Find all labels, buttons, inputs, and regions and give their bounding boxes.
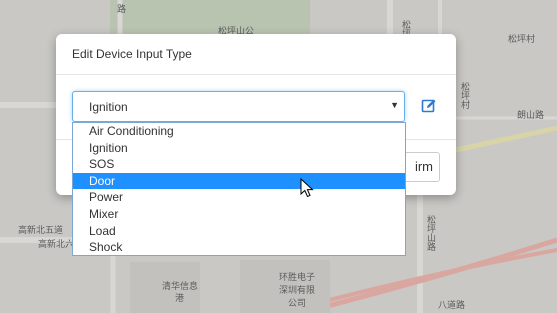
caret-down-icon: ▼: [390, 100, 399, 110]
dropdown-option[interactable]: Ignition: [73, 140, 405, 157]
map-label: 路: [117, 5, 127, 15]
map-label: 港: [175, 294, 185, 304]
select-value: Ignition: [89, 100, 128, 114]
map-label: 公司: [288, 299, 307, 309]
map-label: 松坪山路: [425, 215, 435, 251]
dropdown-option[interactable]: Power: [73, 189, 405, 206]
map-label: 高新北五道: [18, 226, 64, 236]
input-type-select[interactable]: Ignition ▼: [72, 91, 405, 122]
dialog-title: Edit Device Input Type: [72, 47, 192, 61]
map-label: 松坪村: [459, 82, 469, 109]
dropdown-option[interactable]: Shock: [73, 239, 405, 256]
map-label: 环胜电子: [279, 273, 316, 283]
dropdown-option[interactable]: Air Conditioning: [73, 123, 405, 140]
map-label: 朗山路: [517, 111, 545, 121]
dialog-header: Edit Device Input Type: [56, 34, 456, 75]
map-label: 深圳有限: [279, 286, 316, 296]
dropdown-option-highlighted[interactable]: Door: [73, 172, 405, 190]
edit-icon[interactable]: [421, 98, 437, 114]
mouse-pointer-icon: [300, 178, 314, 198]
input-type-dropdown-list[interactable]: Air Conditioning Ignition SOS Door Power…: [72, 122, 406, 256]
dropdown-option[interactable]: SOS: [73, 156, 405, 173]
dropdown-option[interactable]: Load: [73, 223, 405, 240]
map-label: 高新北六: [38, 240, 75, 250]
map-label: 松坪村: [508, 35, 536, 45]
map-label: 八道路: [438, 301, 466, 311]
dropdown-option[interactable]: Mixer: [73, 206, 405, 223]
